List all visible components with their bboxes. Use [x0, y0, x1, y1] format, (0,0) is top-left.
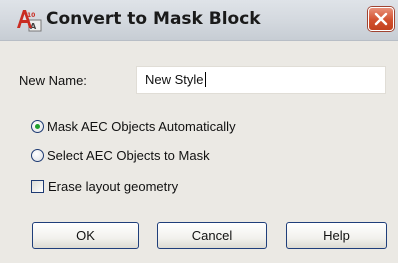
radio-mask-automatically-label[interactable]: Mask AEC Objects Automatically [47, 119, 236, 134]
autocad-app-icon: A 10 [16, 8, 42, 32]
radio-mask-automatically[interactable] [31, 120, 44, 133]
help-button[interactable]: Help [286, 222, 387, 249]
radio-selected-dot [35, 124, 40, 129]
cancel-button[interactable]: Cancel [157, 222, 267, 249]
ok-button[interactable]: OK [32, 222, 139, 249]
radio-select-objects[interactable] [31, 149, 44, 162]
svg-text:10: 10 [27, 12, 35, 19]
new-name-input[interactable]: New Style [136, 66, 386, 94]
new-name-label: New Name: [19, 73, 87, 88]
radio-select-objects-label[interactable]: Select AEC Objects to Mask [47, 148, 210, 163]
erase-geometry-checkbox[interactable] [31, 180, 44, 193]
close-button[interactable] [368, 7, 394, 31]
erase-geometry-label[interactable]: Erase layout geometry [48, 179, 178, 194]
window-title: Convert to Mask Block [46, 9, 261, 29]
title-bar: A 10 Convert to Mask Block [0, 0, 398, 41]
new-name-value: New Style [145, 72, 204, 87]
close-icon [374, 12, 388, 26]
text-caret [204, 72, 206, 87]
